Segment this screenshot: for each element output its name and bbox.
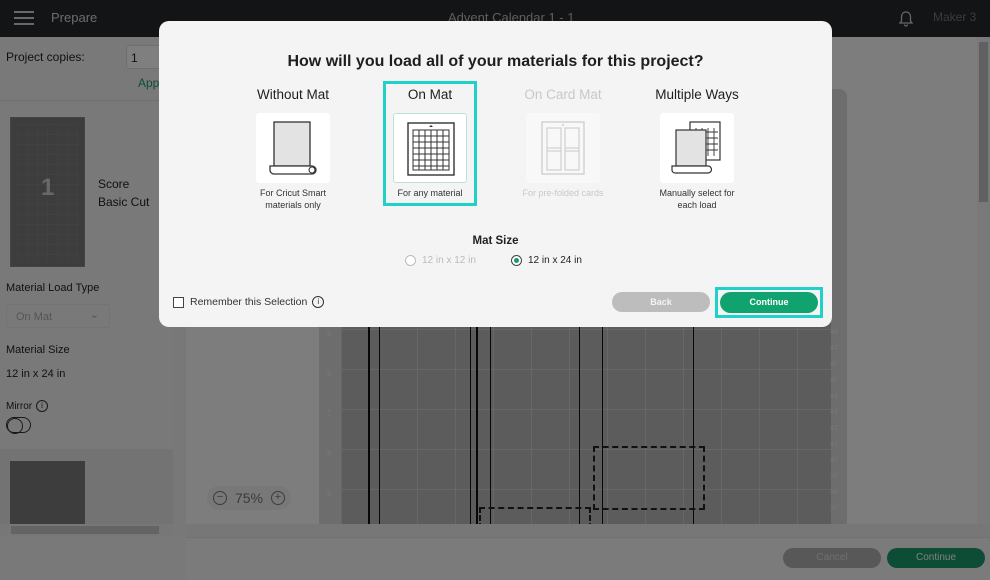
option-on-mat[interactable]: On Mat For any material <box>383 81 477 206</box>
option-description: Manually select for each load <box>659 188 735 210</box>
option-on-card-mat: On Card Mat For pre-folded cards <box>515 87 611 199</box>
option-description: For Cricut Smart materials only <box>259 188 326 210</box>
cutting-mat-icon <box>393 113 467 183</box>
radio-label: 12 in x 12 in <box>422 255 476 266</box>
radio-12x12 <box>405 255 416 266</box>
back-button[interactable]: Back <box>612 292 710 312</box>
option-title: Without Mat <box>256 87 330 102</box>
continue-highlight: Continue <box>715 287 823 318</box>
radio-12x24[interactable] <box>511 255 522 266</box>
mat-size-12x24[interactable]: 12 in x 24 in <box>511 255 582 266</box>
option-title: Multiple Ways <box>655 87 739 102</box>
option-title: On Mat <box>407 87 453 102</box>
material-roll-icon <box>256 113 330 183</box>
radio-label: 12 in x 24 in <box>528 255 582 266</box>
info-icon[interactable]: i <box>312 296 325 308</box>
continue-button[interactable]: Continue <box>720 292 818 313</box>
remember-selection[interactable]: Remember this Selection i <box>173 296 325 308</box>
card-mat-icon <box>526 113 600 183</box>
option-description: For any material <box>397 188 463 198</box>
option-description: For pre-folded cards <box>522 188 604 198</box>
dialog-title: How will you load all of your materials … <box>287 53 704 70</box>
remember-label: Remember this Selection <box>190 296 308 308</box>
mat-size-12x12: 12 in x 12 in <box>405 255 476 266</box>
mat-size-label: Mat Size <box>472 235 519 247</box>
option-title: On Card Mat <box>524 87 602 102</box>
remember-checkbox[interactable] <box>173 296 184 308</box>
material-load-dialog: How will you load all of your materials … <box>159 21 832 327</box>
multiple-ways-icon <box>660 113 734 183</box>
option-without-mat[interactable]: Without Mat For Cricut Smart materials o… <box>245 87 341 211</box>
option-multiple-ways[interactable]: Multiple Ways Manually select for each l… <box>649 87 745 211</box>
